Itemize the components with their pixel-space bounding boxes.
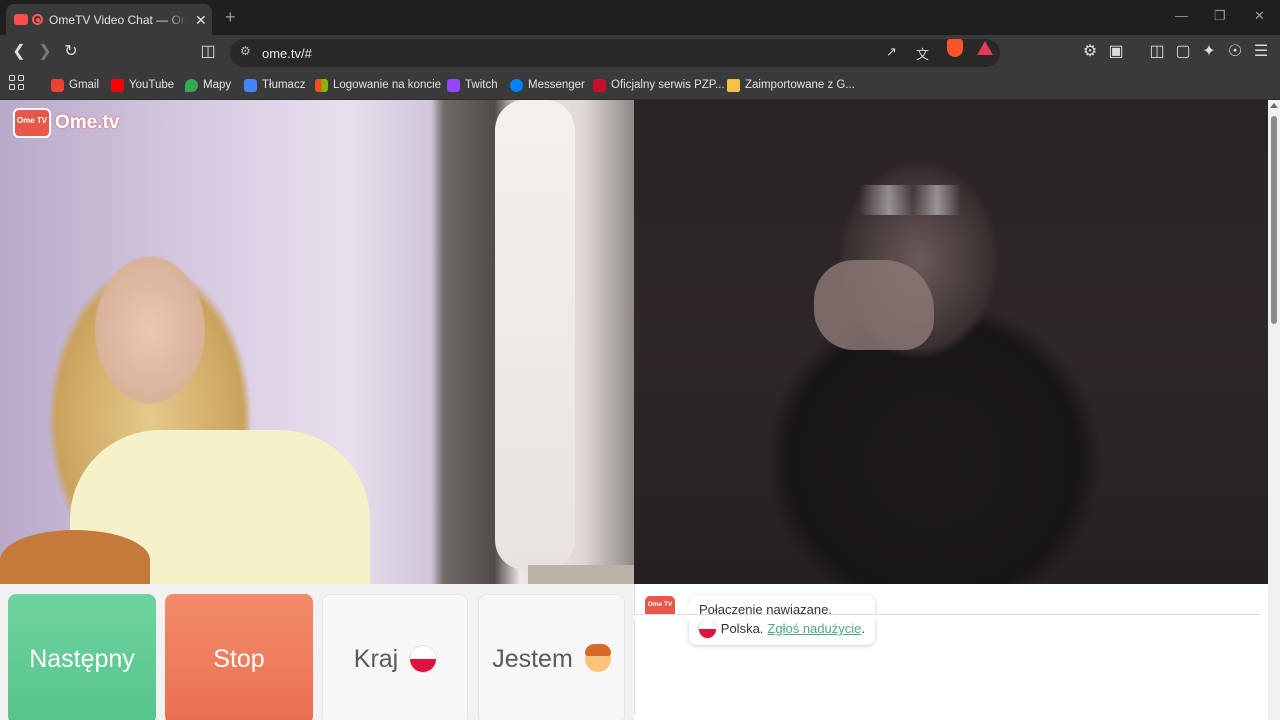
folder-icon [727, 78, 740, 92]
poland-flag-icon [410, 646, 437, 672]
decorative-jar [528, 565, 634, 584]
country-line: Polska. Zgłoś nadużycie. [699, 618, 865, 640]
remote-person-hand [814, 260, 934, 350]
period-text: . [861, 621, 865, 636]
bookmark-microsoft-login[interactable]: Logowanie na koncie [315, 76, 441, 94]
tab-close-icon[interactable]: ✕ [195, 13, 207, 27]
system-message: Połączenie nawiązane. Polska. Zgłoś nadu… [683, 595, 875, 645]
bookmark-tlumacz[interactable]: Tłumacz [244, 76, 305, 94]
vpn-shield-icon[interactable]: ☉ [1225, 43, 1245, 61]
background-fur [495, 100, 575, 570]
gmail-icon [51, 78, 64, 92]
apps-grid-icon[interactable] [9, 75, 25, 91]
chat-input-border [634, 614, 1260, 620]
open-external-icon[interactable]: ↗ [886, 44, 897, 60]
bookmark-youtube[interactable]: YouTube [111, 76, 174, 94]
recording-indicator-icon [32, 14, 43, 25]
chat-controls: Następny Stop Kraj Jestem [0, 584, 634, 720]
bookmark-folder-imported[interactable]: Zaimportowane z G... [727, 76, 855, 94]
stop-button[interactable]: Stop [165, 594, 313, 720]
tab-strip: OmeTV Video Chat — Omegle ✕ + — ❐ ✕ [0, 0, 1280, 35]
new-tab-button[interactable]: + [225, 7, 236, 27]
country-button[interactable]: Kraj [322, 594, 468, 720]
menu-icon[interactable]: ☰ [1251, 43, 1271, 61]
country-text: Polska. [720, 621, 764, 636]
tv-logo-icon: Ome TV [13, 108, 51, 138]
next-button[interactable]: Następny [8, 594, 156, 720]
bookmark-messenger[interactable]: Messenger [510, 76, 585, 94]
back-icon[interactable]: ❮ [9, 43, 29, 61]
poland-flag-icon [699, 620, 716, 638]
bookmark-gmail[interactable]: Gmail [51, 76, 99, 94]
ometv-page: Ome TV Ome.tv Następny Stop Kraj Jestem … [0, 100, 1268, 720]
cat [0, 530, 150, 584]
twitch-icon [447, 78, 460, 92]
bookmarks-bar: Gmail YouTube Mapy Tłumacz Logowanie na … [0, 70, 1280, 100]
youtube-icon [111, 78, 124, 92]
report-abuse-link[interactable]: Zgłoś nadużycie [767, 618, 861, 640]
maps-icon [185, 78, 198, 92]
scrollbar-thumb[interactable] [1271, 116, 1277, 324]
sidebar-icon[interactable]: ◫ [1147, 43, 1167, 61]
translate-icon[interactable]: 文 [916, 44, 929, 63]
site-info-icon[interactable]: ⚙ [240, 44, 251, 58]
bookmark-icon[interactable]: ◫ [198, 43, 218, 61]
chat-panel: Ome TV Połączenie nawiązane. Polska. Zgł… [634, 584, 1260, 714]
gender-button[interactable]: Jestem [478, 594, 625, 720]
logo-text: Ome.tv [55, 112, 120, 133]
leo-ai-icon[interactable]: ✦ [1199, 43, 1219, 61]
minimize-button[interactable]: — [1175, 8, 1188, 23]
remote-person-glasses [859, 185, 979, 215]
screenshot-icon[interactable]: ▣ [1106, 43, 1126, 61]
reload-icon[interactable]: ↻ [61, 43, 81, 61]
url-text: ome.tv/# [262, 46, 312, 61]
browser-tab[interactable]: OmeTV Video Chat — Omegle ✕ [6, 4, 212, 35]
browser-toolbar: ❮ ❯ ↻ ◫ ⚙ ome.tv/# ↗ 文 ⚙ ▣ ◫ ▢ ✦ ☉ ☰ [0, 35, 1280, 70]
bookmark-pzp[interactable]: Oficjalny serwis PZP... [593, 76, 725, 94]
wallet-icon[interactable]: ▢ [1173, 43, 1193, 61]
scroll-up-icon[interactable] [1270, 103, 1278, 108]
forward-icon[interactable]: ❯ [35, 43, 55, 61]
brave-rewards-icon[interactable] [977, 41, 993, 55]
remote-video [634, 100, 1268, 584]
ometv-logo[interactable]: Ome TV Ome.tv [13, 108, 119, 138]
microsoft-icon [315, 78, 328, 92]
boy-face-icon [584, 644, 611, 672]
maximize-button[interactable]: ❐ [1214, 8, 1226, 24]
extensions-icon[interactable]: ⚙ [1080, 43, 1100, 61]
translate-icon [244, 78, 257, 92]
bookmark-twitch[interactable]: Twitch [447, 76, 498, 94]
page-scrollbar[interactable] [1268, 100, 1280, 720]
messenger-icon [510, 78, 523, 92]
brave-shields-icon[interactable] [947, 39, 963, 57]
pzp-icon [593, 78, 606, 92]
local-video: Ome TV Ome.tv [0, 100, 634, 584]
address-bar[interactable]: ⚙ ome.tv/# ↗ 文 [230, 39, 1000, 67]
close-window-button[interactable]: ✕ [1254, 8, 1265, 24]
tab-title: OmeTV Video Chat — Omegle [49, 12, 187, 27]
ometv-favicon-icon [14, 14, 28, 25]
bookmark-mapy[interactable]: Mapy [185, 76, 231, 94]
